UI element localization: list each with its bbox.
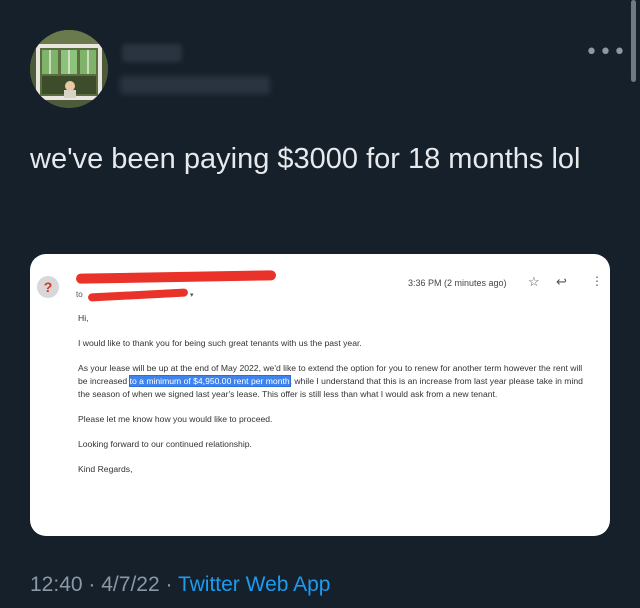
chevron-down-icon: ▾ [190,292,194,299]
tweet-image-email-screenshot[interactable]: ? to ▾ 3:36 PM (2 minutes ago) ☆ ↩ ⋮ Hi,… [30,254,610,536]
email-greeting: Hi, [78,313,89,323]
email-body: Hi, I would like to thank you for being … [78,312,588,488]
email-para-relationship: Looking forward to our continued relatio… [78,439,252,449]
email-closing: Kind Regards, [78,464,133,474]
avatar-image [30,30,108,108]
reply-icon: ↩ [556,274,567,289]
email-para-proceed: Please let me know how you would like to… [78,414,273,424]
kebab-menu-icon: ⋮ [591,274,603,288]
tweet: ••• we've been paying $3000 for 18 month… [0,0,640,608]
separator: · [165,573,173,596]
to-label: to [76,290,83,299]
tweet-time[interactable]: 12:40 [30,573,83,596]
highlighted-rent-text: to a minimum of $4,950.00 rent per month [128,375,291,387]
recipient-redaction [87,288,189,302]
more-options-icon[interactable]: ••• [585,42,627,64]
email-para-thanks: I would like to thank you for being such… [78,338,362,348]
scrollbar[interactable] [631,0,636,82]
author-name-redacted [122,44,182,62]
tweet-source-link[interactable]: Twitter Web App [178,573,331,596]
unknown-sender-icon: ? [37,276,59,298]
avatar[interactable] [30,30,108,108]
star-icon: ☆ [528,274,540,289]
tweet-metadata: 12:40 · 4/7/22 · Twitter Web App [30,573,330,597]
email-para-lease: As your lease will be up at the end of M… [78,362,588,401]
separator: · [88,573,96,596]
tweet-text: we've been paying $3000 for 18 months lo… [30,143,581,175]
email-timestamp: 3:36 PM (2 minutes ago) [408,278,507,288]
sender-redaction [75,270,277,284]
author-handle-redacted [120,76,270,94]
tweet-date[interactable]: 4/7/22 [101,573,159,596]
